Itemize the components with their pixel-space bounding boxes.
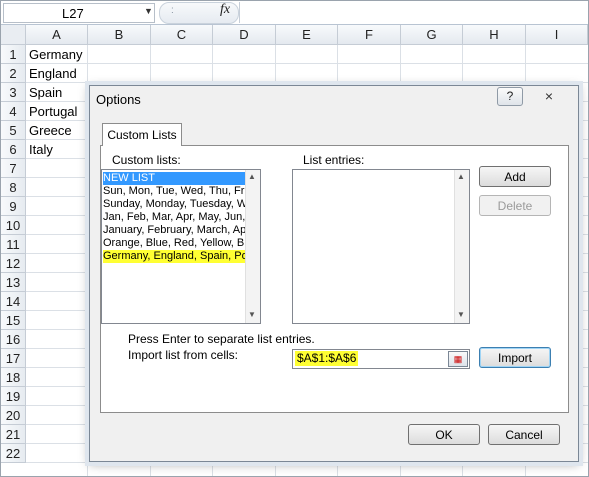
name-box-value: L27	[62, 6, 84, 21]
formula-bar: L27 ▼ : fx	[1, 1, 588, 25]
cell-a4[interactable]: Portugal	[29, 102, 77, 121]
tab-custom-lists[interactable]: Custom Lists	[102, 123, 182, 146]
column-header-b[interactable]: B	[88, 25, 151, 45]
column-header-g[interactable]: G	[401, 25, 463, 45]
column-header-d[interactable]: D	[213, 25, 276, 45]
close-icon[interactable]: ×	[537, 88, 561, 104]
row-header[interactable]: 14	[1, 292, 26, 311]
cell-a5[interactable]: Greece	[29, 121, 72, 140]
custom-lists-scrollbar[interactable]: ▲ ▼	[245, 170, 260, 323]
row-header[interactable]: 22	[1, 444, 26, 463]
import-label: Import list from cells:	[128, 348, 239, 362]
add-button[interactable]: Add	[479, 166, 551, 187]
row-header[interactable]: 1	[1, 45, 26, 64]
import-range-value: $A$1:$A$6	[295, 351, 359, 366]
list-item[interactable]: Sun, Mon, Tue, Wed, Thu, Fri, Sat	[103, 185, 245, 198]
list-item-highlighted[interactable]: Germany, England, Spain, Portugal	[103, 250, 245, 263]
list-item[interactable]: Jan, Feb, Mar, Apr, May, Jun, Jul	[103, 211, 245, 224]
row-header[interactable]: 2	[1, 64, 26, 83]
row-header[interactable]: 4	[1, 102, 26, 121]
list-item[interactable]: Sunday, Monday, Tuesday, Wednesday	[103, 198, 245, 211]
list-entries-textbox[interactable]: ▲ ▼	[292, 169, 470, 324]
row-header[interactable]: 9	[1, 197, 26, 216]
insert-function-icon[interactable]: fx	[220, 2, 230, 18]
row-header[interactable]: 20	[1, 406, 26, 425]
cell-a1[interactable]: Germany	[29, 45, 82, 64]
import-button[interactable]: Import	[479, 347, 551, 368]
help-icon[interactable]: ?	[497, 87, 523, 106]
custom-lists-listbox[interactable]: NEW LIST Sun, Mon, Tue, Wed, Thu, Fri, S…	[101, 169, 261, 324]
cell-a2[interactable]: England	[29, 64, 77, 83]
row-header[interactable]: 8	[1, 178, 26, 197]
row-header[interactable]: 6	[1, 140, 26, 159]
name-box[interactable]: L27 ▼	[3, 3, 155, 23]
drag-handle-icon[interactable]: :	[171, 5, 174, 16]
row-header[interactable]: 12	[1, 254, 26, 273]
cancel-button[interactable]: Cancel	[488, 424, 560, 445]
list-entries-label: List entries:	[303, 153, 365, 167]
gridline	[26, 63, 588, 64]
options-dialog: Options ? × Custom Lists Custom lists: L…	[89, 85, 579, 462]
gridline	[26, 82, 588, 83]
row-header[interactable]: 10	[1, 216, 26, 235]
row-header[interactable]: 18	[1, 368, 26, 387]
scroll-down-icon[interactable]: ▼	[457, 310, 465, 319]
delete-button[interactable]: Delete	[479, 195, 551, 216]
import-range-input[interactable]: $A$1:$A$6 ▦	[292, 349, 470, 369]
column-header-c[interactable]: C	[151, 25, 213, 45]
row-header[interactable]: 15	[1, 311, 26, 330]
list-item[interactable]: Orange, Blue, Red, Yellow, Black	[103, 237, 245, 250]
row-header[interactable]: 17	[1, 349, 26, 368]
row-header[interactable]: 11	[1, 235, 26, 254]
column-header-f[interactable]: F	[338, 25, 401, 45]
row-header[interactable]: 7	[1, 159, 26, 178]
gridline	[87, 45, 88, 476]
dialog-title: Options	[96, 92, 141, 107]
column-header-h[interactable]: H	[463, 25, 526, 45]
ok-button[interactable]: OK	[408, 424, 480, 445]
row-header[interactable]: 16	[1, 330, 26, 349]
row-header[interactable]: 3	[1, 83, 26, 102]
list-item[interactable]: NEW LIST	[103, 172, 245, 185]
custom-lists-label: Custom lists:	[112, 153, 181, 167]
row-header[interactable]: 19	[1, 387, 26, 406]
cell-a3[interactable]: Spain	[29, 83, 62, 102]
column-header-e[interactable]: E	[276, 25, 338, 45]
scroll-down-icon[interactable]: ▼	[248, 310, 256, 319]
cell-a6[interactable]: Italy	[29, 140, 53, 159]
chevron-down-icon[interactable]: ▼	[144, 6, 153, 16]
select-all-corner[interactable]	[1, 25, 26, 45]
list-item[interactable]: January, February, March, April	[103, 224, 245, 237]
scroll-up-icon[interactable]: ▲	[457, 172, 465, 181]
separator-hint: Press Enter to separate list entries.	[128, 332, 315, 346]
formula-bar-divider	[239, 2, 240, 23]
column-header-a[interactable]: A	[26, 25, 88, 45]
excel-window: L27 ▼ : fx A B C D E F G H I 1 2 3 4 5 6…	[0, 0, 589, 477]
scroll-up-icon[interactable]: ▲	[248, 172, 256, 181]
column-header-i[interactable]: I	[526, 25, 588, 45]
row-header[interactable]: 13	[1, 273, 26, 292]
row-header[interactable]: 5	[1, 121, 26, 140]
list-entries-scrollbar[interactable]: ▲ ▼	[454, 170, 469, 323]
gridline	[26, 462, 588, 463]
collapse-dialog-icon[interactable]: ▦	[448, 351, 468, 367]
row-header[interactable]: 21	[1, 425, 26, 444]
